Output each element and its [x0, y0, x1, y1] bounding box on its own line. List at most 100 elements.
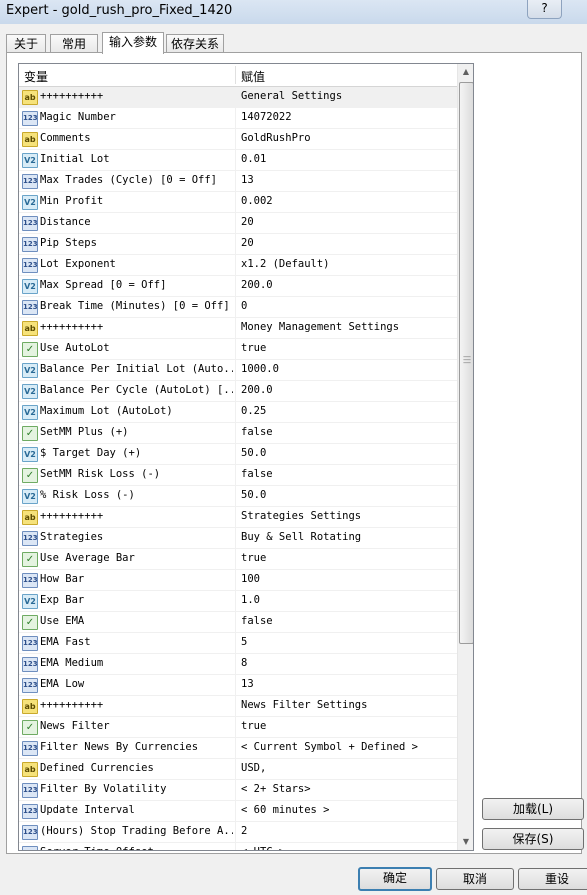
- parameter-value[interactable]: 50.0: [241, 447, 455, 459]
- parameter-value[interactable]: 1.0: [241, 594, 455, 606]
- parameter-row[interactable]: 123 EMA Fast 5: [19, 633, 457, 654]
- parameter-row[interactable]: V2 Initial Lot 0.01: [19, 150, 457, 171]
- parameter-row[interactable]: ab Comments GoldRushPro: [19, 129, 457, 150]
- parameter-row[interactable]: 123 Update Interval < 60 minutes >: [19, 801, 457, 822]
- parameter-value[interactable]: 0.002: [241, 195, 455, 207]
- parameter-name: Balance Per Initial Lot (Auto...: [40, 363, 233, 375]
- tab-dependencies[interactable]: 依存关系: [166, 34, 224, 53]
- parameter-row[interactable]: V2 Balance Per Initial Lot (Auto... 1000.0: [19, 360, 457, 381]
- parameter-row[interactable]: 123 EMA Medium 8: [19, 654, 457, 675]
- integer-type-icon: 123: [22, 216, 38, 231]
- parameter-value[interactable]: x1.2 (Default): [241, 258, 455, 270]
- parameter-value[interactable]: 14072022: [241, 111, 455, 123]
- tab-inputs[interactable]: 输入参数: [102, 32, 164, 54]
- parameter-value[interactable]: 5: [241, 636, 455, 648]
- parameter-row[interactable]: 123 Lot Exponent x1.2 (Default): [19, 255, 457, 276]
- parameter-row[interactable]: ab Defined Currencies USD,: [19, 759, 457, 780]
- parameter-row[interactable]: ab ++++++++++ General Settings: [19, 87, 457, 108]
- parameter-value[interactable]: < 2+ Stars>: [241, 783, 455, 795]
- parameter-row[interactable]: 123 How Bar 100: [19, 570, 457, 591]
- parameter-row[interactable]: V2 Exp Bar 1.0: [19, 591, 457, 612]
- parameter-row[interactable]: 123 Pip Steps 20: [19, 234, 457, 255]
- parameter-value[interactable]: Money Management Settings: [241, 321, 455, 333]
- parameter-row[interactable]: 123 EMA Low 13: [19, 675, 457, 696]
- grip-icon: — — —: [463, 352, 471, 367]
- parameter-value[interactable]: Strategies Settings: [241, 510, 455, 522]
- parameter-row[interactable]: 123 Filter News By Currencies < Current Sy…: [19, 738, 457, 759]
- parameter-value[interactable]: 0: [241, 300, 455, 312]
- parameter-row[interactable]: ab ++++++++++ Strategies Settings: [19, 507, 457, 528]
- save-button[interactable]: 保存(S): [482, 828, 584, 850]
- parameter-row[interactable]: ✓ Use EMA false: [19, 612, 457, 633]
- parameter-row[interactable]: ✓ Use AutoLot true: [19, 339, 457, 360]
- vertical-scrollbar[interactable]: ▲ — — — ▼: [457, 64, 473, 850]
- parameter-row[interactable]: V2 $ Target Day (+) 50.0: [19, 444, 457, 465]
- parameter-value[interactable]: false: [241, 426, 455, 438]
- parameter-value[interactable]: USD,: [241, 762, 455, 774]
- column-header-variable[interactable]: 变量: [24, 68, 48, 85]
- scrollbar-thumb[interactable]: — — —: [459, 82, 473, 644]
- parameter-value[interactable]: false: [241, 468, 455, 480]
- load-button[interactable]: 加载(L): [482, 798, 584, 820]
- parameter-value[interactable]: 0.01: [241, 153, 455, 165]
- parameter-row[interactable]: 123 Strategies Buy & Sell Rotating: [19, 528, 457, 549]
- parameter-value[interactable]: 100: [241, 573, 455, 585]
- parameter-name: News Filter: [40, 720, 110, 732]
- parameter-row[interactable]: 123 (Hours) Stop Trading Before A... 2: [19, 822, 457, 843]
- double-type-icon: V2: [22, 153, 38, 168]
- parameter-value[interactable]: 200.0: [241, 279, 455, 291]
- parameter-row[interactable]: V2 Max Spread [0 = Off] 200.0: [19, 276, 457, 297]
- parameter-row[interactable]: 123 Distance 20: [19, 213, 457, 234]
- column-header-value[interactable]: 赋值: [241, 68, 265, 85]
- string-type-icon: ab: [22, 762, 38, 777]
- parameter-value[interactable]: News Filter Settings: [241, 699, 455, 711]
- parameter-row[interactable]: V2 Min Profit 0.002: [19, 192, 457, 213]
- parameter-value[interactable]: 1000.0: [241, 363, 455, 375]
- parameter-value[interactable]: 8: [241, 657, 455, 669]
- parameter-row[interactable]: 123 Break Time (Minutes) [0 = Off] 0: [19, 297, 457, 318]
- ok-button[interactable]: 确定: [358, 867, 432, 891]
- parameter-row[interactable]: 123 Magic Number 14072022: [19, 108, 457, 129]
- parameter-value[interactable]: true: [241, 342, 455, 354]
- parameter-value[interactable]: < 60 minutes >: [241, 804, 455, 816]
- parameter-value[interactable]: 20: [241, 237, 455, 249]
- parameter-value[interactable]: true: [241, 552, 455, 564]
- parameter-value[interactable]: 2: [241, 825, 455, 837]
- reset-button[interactable]: 重设: [518, 868, 587, 890]
- tab-common[interactable]: 常用: [50, 34, 98, 53]
- parameter-row[interactable]: ✓ SetMM Plus (+) false: [19, 423, 457, 444]
- parameter-value[interactable]: true: [241, 720, 455, 732]
- scroll-up-icon[interactable]: ▲: [458, 64, 473, 80]
- parameter-value[interactable]: 50.0: [241, 489, 455, 501]
- parameter-value[interactable]: GoldRushPro: [241, 132, 455, 144]
- column-divider[interactable]: [235, 66, 236, 84]
- parameter-row[interactable]: 123 Max Trades (Cycle) [0 = Off] 13: [19, 171, 457, 192]
- parameter-row[interactable]: ✓ SetMM Risk Loss (-) false: [19, 465, 457, 486]
- cell-divider: [235, 108, 236, 128]
- parameter-value[interactable]: 0.25: [241, 405, 455, 417]
- parameter-value[interactable]: 200.0: [241, 384, 455, 396]
- parameter-row[interactable]: V2% Risk Loss (-) 50.0: [19, 486, 457, 507]
- parameter-name: How Bar: [40, 573, 85, 585]
- parameter-row[interactable]: ab ++++++++++ News Filter Settings: [19, 696, 457, 717]
- parameter-value[interactable]: false: [241, 615, 455, 627]
- parameter-row[interactable]: ab ++++++++++ Money Management Settings: [19, 318, 457, 339]
- parameter-row[interactable]: 123Server Time Offset < UTC >: [19, 843, 457, 850]
- parameter-row[interactable]: V2 Balance Per Cycle (AutoLot) [... 200.0: [19, 381, 457, 402]
- parameter-value[interactable]: 13: [241, 174, 455, 186]
- cell-divider: [235, 591, 236, 611]
- help-button[interactable]: ?: [527, 0, 562, 19]
- tab-about[interactable]: 关于: [6, 34, 46, 53]
- cancel-button[interactable]: 取消: [436, 868, 514, 890]
- parameter-row[interactable]: ✓ News Filter true: [19, 717, 457, 738]
- parameter-value[interactable]: 13: [241, 678, 455, 690]
- parameter-value[interactable]: 20: [241, 216, 455, 228]
- parameter-value[interactable]: Buy & Sell Rotating: [241, 531, 455, 543]
- parameter-value[interactable]: < UTC >: [241, 846, 455, 850]
- parameter-value[interactable]: < Current Symbol + Defined >: [241, 741, 455, 753]
- scroll-down-icon[interactable]: ▼: [458, 834, 473, 850]
- parameter-row[interactable]: V2 Maximum Lot (AutoLot) 0.25: [19, 402, 457, 423]
- parameter-row[interactable]: ✓ Use Average Bar true: [19, 549, 457, 570]
- parameter-value[interactable]: General Settings: [241, 90, 455, 102]
- parameter-row[interactable]: 123 Filter By Volatility < 2+ Stars>: [19, 780, 457, 801]
